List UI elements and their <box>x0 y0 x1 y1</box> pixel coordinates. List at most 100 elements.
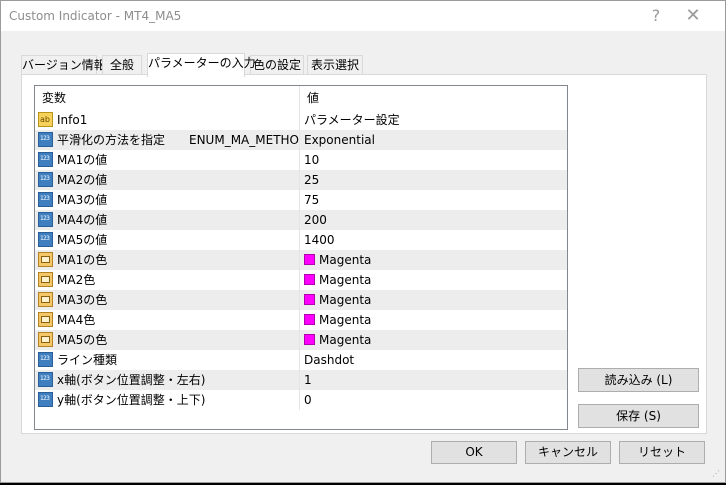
parameter-variable-cell: ab Info1 <box>35 110 300 130</box>
number-icon: 123 <box>38 212 53 227</box>
parameter-variable-cell: MA3の色 <box>35 290 300 310</box>
custom-indicator-dialog: Custom Indicator - MT4_MA5 ? ✕ バージョン情報 全… <box>0 0 726 483</box>
close-button[interactable]: ✕ <box>676 1 710 31</box>
color-icon <box>38 252 53 267</box>
parameter-row[interactable]: 123 y軸(ボタン位置調整・上下) 0 <box>35 390 567 410</box>
parameter-value-cell[interactable]: 200 <box>301 210 567 230</box>
parameter-row[interactable]: MA2色 Magenta <box>35 270 567 290</box>
parameter-value-cell[interactable]: Magenta <box>301 330 567 350</box>
parameter-value-cell[interactable]: Dashdot <box>301 350 567 370</box>
parameter-row[interactable]: MA1の色 Magenta <box>35 250 567 270</box>
parameter-name: x軸(ボタン位置調整・左右) <box>57 373 206 387</box>
parameter-value: Magenta <box>319 333 372 347</box>
number-icon-text: 123 <box>40 375 50 382</box>
load-button[interactable]: 読み込み (L) <box>578 368 699 392</box>
parameter-value-cell[interactable]: 10 <box>301 150 567 170</box>
parameter-value: Exponential <box>304 133 375 147</box>
help-button[interactable]: ? <box>639 1 673 31</box>
tab-display-selection[interactable]: 表示選択 <box>307 55 363 75</box>
tab-version-info[interactable]: バージョン情報 <box>21 55 106 75</box>
parameter-variable-cell: 123 MA4の値 <box>35 210 300 230</box>
number-icon: 123 <box>38 352 53 367</box>
parameter-row[interactable]: ab Info1 パラメーター設定 <box>35 110 567 130</box>
parameter-row[interactable]: 123 ライン種類 Dashdot <box>35 350 567 370</box>
parameter-variable-cell: 123 平滑化の方法を指定 ENUM_MA_METHO... <box>35 130 300 150</box>
string-icon-text: ab <box>40 115 50 124</box>
grid-rows: ab Info1 パラメーター設定 123 平滑化の方法を指定 ENUM_MA_METH… <box>35 110 567 410</box>
parameter-value-cell[interactable]: Magenta <box>301 290 567 310</box>
color-swatch <box>304 254 315 265</box>
number-icon: 123 <box>38 192 53 207</box>
parameter-name: MA5の色 <box>57 333 108 347</box>
parameter-variable-cell: 123 ライン種類 <box>35 350 300 370</box>
resize-grip-icon[interactable]: ⋰ <box>712 469 722 479</box>
parameter-value-cell[interactable]: Exponential <box>301 130 567 150</box>
parameter-row[interactable]: MA4色 Magenta <box>35 310 567 330</box>
parameter-value-cell[interactable]: Magenta <box>301 310 567 330</box>
parameter-value-cell[interactable]: パラメーター設定 <box>301 110 567 130</box>
cancel-button[interactable]: キャンセル <box>525 441 611 464</box>
ok-button[interactable]: OK <box>431 441 517 464</box>
parameter-name: Info1 <box>57 113 88 127</box>
parameter-variable-cell: MA5の色 <box>35 330 300 350</box>
parameter-name: MA2色 <box>57 273 96 287</box>
number-icon-text: 123 <box>40 395 50 402</box>
parameter-variable-cell: MA4色 <box>35 310 300 330</box>
parameter-row[interactable]: 123 MA3の値 75 <box>35 190 567 210</box>
save-button[interactable]: 保存 (S) <box>578 404 699 428</box>
parameter-name: MA4色 <box>57 313 96 327</box>
parameter-value: Dashdot <box>304 353 355 367</box>
parameter-variable-cell: MA1の色 <box>35 250 300 270</box>
reset-button[interactable]: リセット <box>619 441 705 464</box>
parameter-variable-cell: 123 MA1の値 <box>35 150 300 170</box>
number-icon-text: 123 <box>40 215 50 222</box>
number-icon-text: 123 <box>40 235 50 242</box>
parameters-panel: 変数 値 ab Info1 パラメーター設定 123 平滑化の方法を指定 ENUM_MA… <box>21 74 707 434</box>
parameter-row[interactable]: 123 MA5の値 1400 <box>35 230 567 250</box>
column-header-variable[interactable]: 変数 <box>35 86 300 110</box>
parameter-value: 25 <box>304 173 320 187</box>
parameter-variable-cell: 123 MA2の値 <box>35 170 300 190</box>
parameter-value-cell[interactable]: 1 <box>301 370 567 390</box>
parameter-value-cell[interactable]: Magenta <box>301 270 567 290</box>
parameter-value-cell[interactable]: 75 <box>301 190 567 210</box>
number-icon: 123 <box>38 152 53 167</box>
parameter-value: 10 <box>304 153 320 167</box>
number-icon-text: 123 <box>40 135 50 142</box>
parameter-name: ライン種類 <box>57 353 118 367</box>
number-icon: 123 <box>38 372 53 387</box>
parameter-row[interactable]: 123 MA1の値 10 <box>35 150 567 170</box>
parameter-row[interactable]: MA5の色 Magenta <box>35 330 567 350</box>
color-swatch <box>304 314 315 325</box>
parameter-value-cell[interactable]: Magenta <box>301 250 567 270</box>
parameter-name: MA3の色 <box>57 293 108 307</box>
color-swatch <box>304 294 315 305</box>
parameter-value: 75 <box>304 193 320 207</box>
parameter-value: 0 <box>304 393 312 407</box>
tab-general[interactable]: 全般 <box>102 55 142 75</box>
number-icon-text: 123 <box>40 155 50 162</box>
parameter-value: パラメーター設定 <box>304 113 400 127</box>
color-swatch <box>304 274 315 285</box>
parameter-row[interactable]: 123 平滑化の方法を指定 ENUM_MA_METHO... Exponential <box>35 130 567 150</box>
parameter-value: Magenta <box>319 293 372 307</box>
parameter-value: Magenta <box>319 313 372 327</box>
parameter-value-cell[interactable]: 0 <box>301 390 567 410</box>
tab-input-parameters[interactable]: パラメーターの入力 <box>147 53 256 77</box>
parameter-value: 200 <box>304 213 327 227</box>
parameter-value-cell[interactable]: 25 <box>301 170 567 190</box>
parameter-value-cell[interactable]: 1400 <box>301 230 567 250</box>
tab-color-settings[interactable]: 色の設定 <box>250 55 304 75</box>
parameter-row[interactable]: 123 MA2の値 25 <box>35 170 567 190</box>
number-icon: 123 <box>38 392 53 407</box>
parameter-variable-cell: 123 MA3の値 <box>35 190 300 210</box>
parameter-row[interactable]: 123 MA4の値 200 <box>35 210 567 230</box>
parameter-row[interactable]: 123 x軸(ボタン位置調整・左右) 1 <box>35 370 567 390</box>
string-icon: ab <box>38 112 53 127</box>
color-swatch <box>304 334 315 345</box>
parameter-variable-cell: 123 x軸(ボタン位置調整・左右) <box>35 370 300 390</box>
parameter-name: MA1の色 <box>57 253 108 267</box>
parameter-row[interactable]: MA3の色 Magenta <box>35 290 567 310</box>
column-header-value[interactable]: 値 <box>300 86 567 110</box>
parameter-name: MA2の値 <box>57 173 108 187</box>
